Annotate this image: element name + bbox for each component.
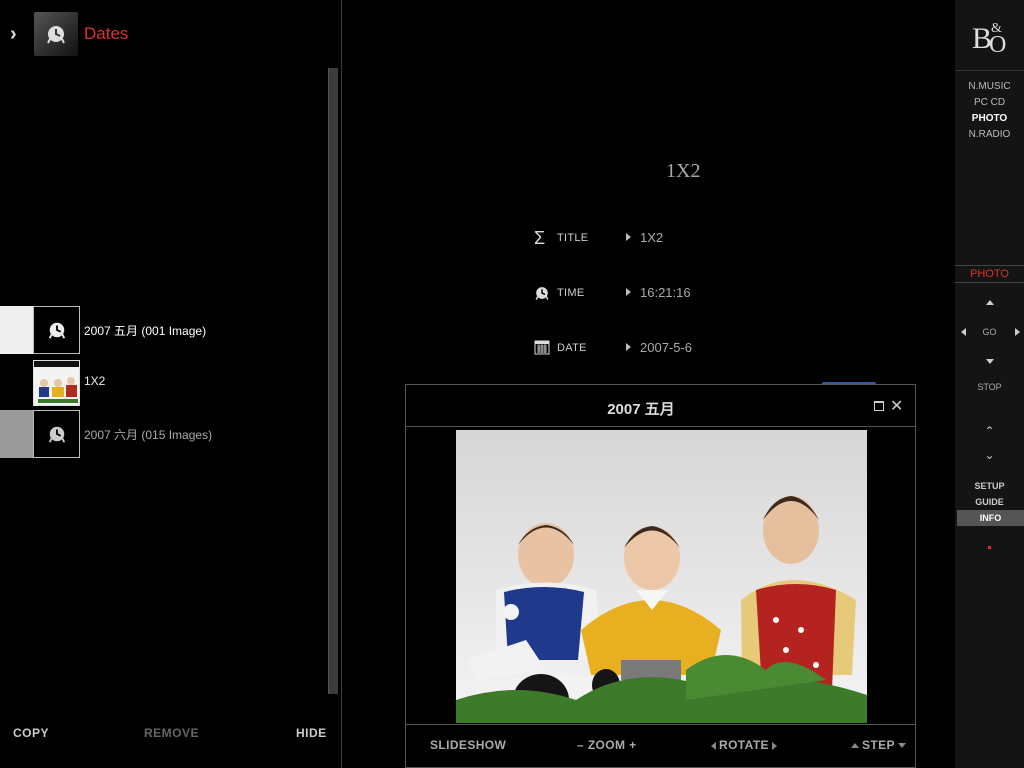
clock-icon [33, 410, 80, 458]
guide-button[interactable]: GUIDE [955, 494, 1024, 510]
info-key: TITLE [557, 232, 589, 244]
rotate-label: ROTATE [719, 738, 769, 752]
remove-button[interactable]: REMOVE [144, 726, 199, 740]
calendar-icon [534, 339, 550, 357]
stop-button[interactable]: STOP [955, 382, 1024, 392]
right-arrow-icon[interactable] [1015, 328, 1020, 336]
arrow-right-icon [626, 343, 631, 351]
photo-viewer-window: 2007 五月 ✕ SLIDESHOW – ZOOM + ROTATE STEP [405, 384, 916, 768]
status-indicator [988, 546, 991, 549]
brand-logo: B & O [955, 10, 1024, 60]
clock-icon [33, 306, 80, 354]
copy-button[interactable]: COPY [13, 726, 49, 740]
hide-button[interactable]: HIDE [296, 726, 327, 740]
info-value: 2007-5-6 [640, 340, 693, 355]
info-row-time: TIME 16:21:16 [534, 284, 834, 304]
rotate-left-icon[interactable] [711, 741, 716, 750]
list-item-label: 2007 五月 (001 Image) [84, 324, 207, 338]
up-arrow-icon[interactable] [986, 300, 994, 305]
close-icon[interactable]: ✕ [890, 396, 903, 416]
source-item-nradio[interactable]: N.RADIO [955, 127, 1024, 143]
sigma-icon: Σ [534, 228, 546, 248]
step-down-icon[interactable] [897, 743, 906, 749]
rotate-right-icon[interactable] [771, 741, 777, 750]
info-value: 1X2 [640, 230, 664, 245]
source-item-pccd[interactable]: PC CD [955, 95, 1024, 111]
photo-image [456, 430, 867, 723]
viewer-titlebar[interactable]: 2007 五月 ✕ [406, 385, 915, 427]
clock-icon [534, 284, 550, 302]
step-control[interactable]: STEP [848, 738, 909, 752]
setup-button[interactable]: SETUP [955, 478, 1024, 494]
svg-text:O: O [989, 32, 1006, 58]
down-arrow-icon[interactable] [986, 359, 994, 364]
source-list: N.MUSIC PC CD PHOTO N.RADIO [955, 70, 1024, 143]
chevron-up-icon[interactable]: ⌃ [955, 424, 1024, 438]
viewer-title: 2007 五月 [607, 401, 675, 418]
clock-icon [34, 12, 78, 56]
zoom-out-icon[interactable]: – [577, 738, 584, 752]
info-key: DATE [557, 342, 587, 354]
info-value: 16:21:16 [640, 285, 691, 300]
zoom-in-icon[interactable]: + [629, 738, 636, 752]
zoom-control[interactable]: – ZOOM + [577, 738, 637, 752]
go-button[interactable]: GO [955, 327, 1024, 337]
source-item-nmusic[interactable]: N.MUSIC [955, 79, 1024, 95]
photo-thumbnail [33, 360, 80, 406]
zoom-label: ZOOM [587, 738, 626, 752]
step-label: STEP [862, 738, 895, 752]
arrow-right-icon [626, 233, 631, 241]
source-item-photo[interactable]: PHOTO [955, 111, 1024, 127]
function-menu: SETUP GUIDE INFO [955, 478, 1024, 526]
mode-label: PHOTO [955, 265, 1024, 283]
info-heading: 1X2 [666, 160, 701, 182]
viewer-controls: SLIDESHOW – ZOOM + ROTATE STEP [406, 724, 915, 768]
right-sidebar: B & O N.MUSIC PC CD PHOTO N.RADIO PHOTO … [955, 0, 1024, 768]
step-up-icon[interactable] [851, 743, 859, 749]
left-footer: COPY REMOVE HIDE [0, 722, 342, 744]
browser-panel: › Dates 2007 五月 (001 Image) 1X2 2007 六月 … [0, 0, 342, 768]
rotate-control[interactable]: ROTATE [708, 738, 780, 752]
selection-swatch [0, 306, 34, 354]
selection-swatch [0, 410, 34, 458]
arrow-right-icon [626, 288, 631, 296]
info-row-title: Σ TITLE 1X2 [534, 229, 834, 249]
list-item-may[interactable]: 2007 五月 (001 Image) [0, 306, 330, 354]
info-key: TIME [557, 287, 585, 299]
info-button[interactable]: INFO [957, 510, 1024, 526]
list-item-june[interactable]: 2007 六月 (015 Images) [0, 410, 330, 458]
list-item-label: 1X2 [84, 374, 106, 388]
chevron-down-icon[interactable]: ⌄ [955, 448, 1024, 462]
list-item-label: 2007 六月 (015 Images) [84, 428, 213, 442]
list-item-photo[interactable]: 1X2 [0, 358, 330, 406]
app-window: › Dates 2007 五月 (001 Image) 1X2 2007 六月 … [0, 0, 1024, 768]
breadcrumb-title[interactable]: Dates [84, 24, 128, 44]
info-row-date: DATE 2007-5-6 [534, 339, 834, 359]
slideshow-button[interactable]: SLIDESHOW [430, 738, 506, 752]
breadcrumb-back-icon[interactable]: › [10, 24, 28, 44]
maximize-icon[interactable] [874, 401, 884, 411]
